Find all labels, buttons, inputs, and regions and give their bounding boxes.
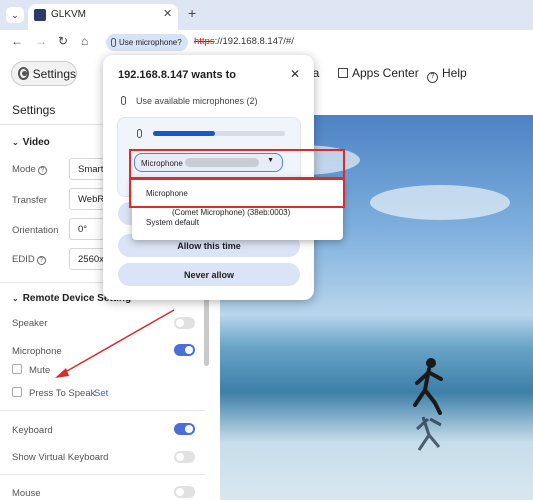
- apps-center-label: Apps Center: [352, 66, 419, 80]
- mouse-toggle[interactable]: [174, 486, 195, 498]
- transfer-label: Transfer: [12, 195, 48, 206]
- address-bar[interactable]: https://192.168.8.147/#/: [194, 36, 294, 47]
- toggle-knob: [176, 488, 184, 496]
- help-icon: ?: [36, 256, 46, 265]
- set-link[interactable]: Set: [94, 388, 108, 399]
- tab-close-icon[interactable]: ✕: [163, 7, 172, 20]
- tab-title: GLKVM: [51, 9, 87, 20]
- chevron-down-icon: ⌄: [12, 138, 19, 147]
- microphone-icon: [121, 96, 126, 105]
- reload-icon[interactable]: ↻: [58, 34, 68, 48]
- annotation-box: [129, 178, 345, 208]
- panel-scrollbar[interactable]: [204, 296, 209, 366]
- edid-label: EDID?: [12, 254, 46, 265]
- back-arrow-icon[interactable]: ←: [11, 34, 23, 48]
- mode-select[interactable]: Smart: [69, 158, 105, 180]
- tab-search-button[interactable]: ⌄: [6, 7, 24, 23]
- keyboard-label: Keyboard: [12, 425, 53, 436]
- virtual-keyboard-label: Show Virtual Keyboard: [12, 452, 109, 463]
- site-permission-chip[interactable]: Use microphone?: [106, 34, 188, 51]
- toggle-knob: [176, 453, 184, 461]
- favicon-icon: [34, 9, 46, 21]
- press-to-speak-label: Press To Speak: [29, 388, 96, 399]
- divider: [0, 410, 205, 411]
- mute-checkbox[interactable]: [12, 364, 22, 374]
- microphone-icon: [137, 129, 142, 138]
- mode-label: Mode?: [12, 164, 47, 175]
- chevron-down-icon: ⌄: [12, 294, 19, 303]
- press-to-speak-checkbox[interactable]: [12, 387, 22, 397]
- video-section-header[interactable]: ⌄ Video: [12, 137, 50, 148]
- video-section-label: Video: [22, 137, 50, 148]
- mic-level-fill: [153, 131, 215, 136]
- dialog-title: 192.168.8.147 wants to: [118, 69, 237, 81]
- url-scheme: https: [194, 36, 215, 47]
- orientation-select[interactable]: 0°: [69, 218, 105, 240]
- orientation-label: Orientation: [12, 225, 59, 236]
- site-chip-label: Use microphone?: [119, 38, 182, 47]
- mouse-label: Mouse: [12, 488, 41, 499]
- toggle-knob: [185, 425, 193, 433]
- menu-option-default[interactable]: System default: [146, 218, 199, 227]
- apps-center-menu[interactable]: Apps Center: [338, 66, 419, 80]
- settings-button-label: Settings: [32, 66, 76, 81]
- url-text: ://192.168.8.147/#/: [214, 36, 294, 47]
- dialog-subtitle: Use available microphones (2): [136, 96, 258, 106]
- keyboard-toggle[interactable]: [174, 423, 195, 435]
- help-icon: ?: [37, 166, 47, 175]
- runner-figure: [413, 358, 443, 451]
- grid-icon: [338, 68, 348, 78]
- settings-button[interactable]: Settings: [11, 61, 77, 86]
- menu-option-comet[interactable]: (Comet Microphone) (38eb:0003): [172, 208, 290, 217]
- speaker-label: Speaker: [12, 318, 48, 329]
- panel-title: Settings: [12, 103, 56, 117]
- divider: [0, 474, 205, 475]
- edid-select[interactable]: 2560x: [69, 248, 105, 270]
- home-icon[interactable]: ⌂: [81, 34, 88, 48]
- help-label: Help: [442, 66, 467, 80]
- transfer-select[interactable]: WebR: [69, 188, 105, 210]
- annotation-arrow: [55, 309, 175, 378]
- help-icon: ?: [427, 72, 438, 83]
- annotation-box: [129, 149, 345, 179]
- microphone-icon: [111, 38, 116, 47]
- close-icon[interactable]: ✕: [290, 67, 300, 81]
- virtual-keyboard-toggle[interactable]: [174, 451, 195, 463]
- forward-arrow-icon[interactable]: →: [35, 34, 47, 48]
- cloud-shape: [370, 185, 510, 220]
- never-allow-button[interactable]: Never allow: [118, 263, 300, 286]
- mute-label: Mute: [29, 365, 51, 376]
- help-menu[interactable]: ? Help: [427, 66, 467, 83]
- gear-icon: [18, 67, 29, 80]
- new-tab-button[interactable]: +: [188, 5, 196, 21]
- toggle-knob: [185, 346, 193, 354]
